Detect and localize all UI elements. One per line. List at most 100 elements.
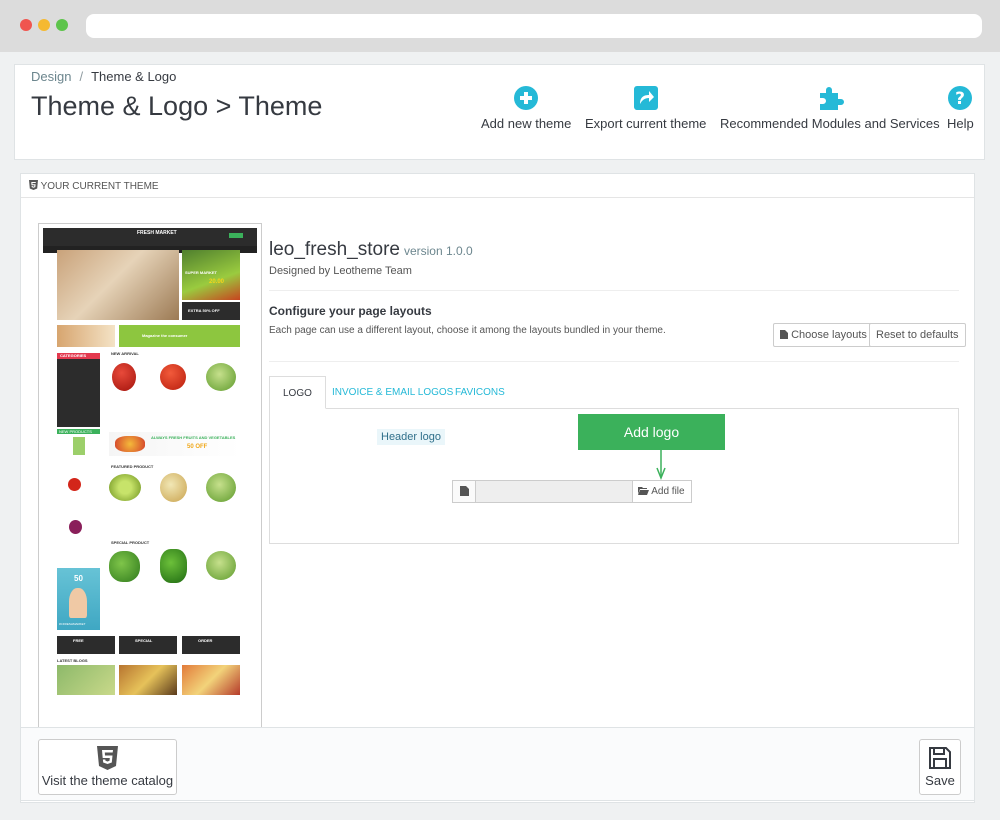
preview-categories-label: CATEGORIES — [60, 353, 87, 358]
panel-heading: YOUR CURRENT THEME — [21, 174, 974, 198]
layouts-title: Configure your page layouts — [269, 304, 432, 318]
file-name-input[interactable] — [476, 481, 632, 502]
html5-icon — [29, 180, 38, 190]
save-label: Save — [925, 773, 955, 788]
preview-blog-image-2 — [119, 665, 177, 695]
save-button[interactable]: Save — [919, 739, 961, 795]
file-icon — [780, 330, 788, 339]
help-icon: ? — [948, 86, 973, 110]
breadcrumb-current: Theme & Logo — [91, 69, 177, 84]
preview-blog-image-1 — [57, 665, 115, 695]
preview-logo: FRESH MARKET — [137, 230, 177, 236]
preview-supermarket-banner — [182, 250, 240, 300]
save-icon — [929, 747, 951, 769]
help-label: Help — [947, 116, 974, 131]
visit-theme-catalog-button[interactable]: Visit the theme catalog — [38, 739, 177, 795]
theme-author: Designed by Leotheme Team — [269, 265, 412, 277]
header-logo-label: Header logo — [377, 429, 445, 445]
add-new-theme-button[interactable]: Add new theme — [481, 85, 571, 131]
logo-file-upload: Add file — [452, 480, 692, 503]
address-bar[interactable] — [86, 14, 982, 38]
panel-footer: Visit the theme catalog Save — [20, 727, 975, 801]
preview-new-arrival-label: NEW ARRIVAL — [111, 351, 139, 356]
logo-tabs: LOGO INVOICE & EMAIL LOGOS FAVICONS — [269, 376, 959, 409]
preview-product-apple — [112, 363, 136, 391]
preview-order-label: ORDER — [198, 638, 213, 643]
breadcrumb: Design / Theme & Logo — [31, 69, 176, 84]
preview-cart — [229, 233, 243, 238]
folder-open-icon — [638, 487, 649, 495]
preview-free-label: FREE — [73, 638, 84, 643]
html5-icon — [97, 746, 118, 770]
preview-supermarket-price: 20.00 — [209, 279, 225, 285]
visit-theme-catalog-label: Visit the theme catalog — [41, 773, 174, 788]
preview-small-tomato — [68, 478, 81, 491]
preview-product-cabbage-3 — [206, 551, 236, 580]
add-file-label: Add file — [651, 486, 685, 497]
reset-defaults-label: Reset to defaults — [876, 329, 959, 341]
share-icon — [633, 86, 658, 110]
theme-name-text: leo_fresh_store — [269, 239, 400, 260]
breadcrumb-parent[interactable]: Design — [31, 69, 71, 84]
add-file-button[interactable]: Add file — [632, 481, 692, 502]
preview-product-kiwi — [109, 474, 141, 501]
preview-small-onion — [69, 520, 82, 534]
tab-favicons[interactable]: FAVICONS — [442, 376, 518, 409]
preview-product-tomato — [160, 364, 186, 390]
divider — [269, 290, 959, 291]
choose-layouts-label: Choose layouts — [791, 329, 867, 341]
preview-magazine-text: Magazine the consumer — [142, 333, 188, 338]
page-header: Design / Theme & Logo Theme & Logo > Theme… — [14, 64, 985, 160]
preview-featured-label: FEATURED PRODUCT — [111, 464, 154, 469]
preview-special-label: SPECIAL PRODUCT — [111, 540, 150, 545]
preview-promo-person — [69, 588, 87, 618]
tab-logo[interactable]: LOGO — [269, 376, 326, 409]
preview-fresh-off: 50 OFF — [187, 444, 208, 450]
theme-name: leo_fresh_store version 1.0.0 — [269, 239, 473, 261]
plus-circle-icon — [514, 86, 539, 110]
preview-latest-blogs-label: LATEST BLOGS — [57, 658, 88, 663]
recommended-modules-button[interactable]: Recommended Modules and Services — [720, 85, 940, 131]
preview-fresh-text: ALWAYS FRESH FRUITS AND VEGETABLES — [151, 435, 236, 440]
preview-promo-off: 50 — [74, 574, 83, 583]
logo-tab-content: Header logo Add logo Add file — [269, 408, 959, 544]
export-theme-button[interactable]: Export current theme — [585, 85, 706, 131]
close-window-icon[interactable] — [20, 19, 32, 31]
minimize-window-icon[interactable] — [38, 19, 50, 31]
maximize-window-icon[interactable] — [56, 19, 68, 31]
current-theme-panel: YOUR CURRENT THEME FRESH MARKET SUPER MA… — [20, 173, 975, 803]
preview-product-broccoli — [109, 551, 140, 582]
add-new-theme-label: Add new theme — [481, 116, 572, 131]
preview-magazine-image — [57, 325, 115, 347]
preview-offer-text: EXTRA 50% OFF — [188, 308, 220, 313]
theme-preview-thumbnail[interactable]: FRESH MARKET SUPER MARKET 20.00 EXTRA 50… — [38, 223, 262, 733]
add-logo-callout: Add logo — [578, 414, 725, 450]
divider — [269, 361, 959, 362]
preview-product-pepper — [160, 549, 187, 583]
recommended-modules-label: Recommended Modules and Services — [720, 116, 940, 131]
breadcrumb-separator: / — [79, 69, 84, 84]
reset-defaults-button[interactable]: Reset to defaults — [869, 323, 966, 347]
help-button[interactable]: ? Help — [947, 85, 974, 131]
preview-product-pear — [160, 473, 187, 502]
preview-promo-tag: #CFRESHMARKET — [59, 622, 86, 626]
panel-heading-label: YOUR CURRENT THEME — [40, 181, 159, 192]
preview-hero-banner — [57, 250, 179, 320]
preview-free-box — [57, 636, 115, 654]
preview-blog-image-3 — [182, 665, 240, 695]
layouts-description: Each page can use a different layout, ch… — [269, 325, 666, 336]
choose-layouts-button[interactable]: Choose layouts — [773, 323, 874, 347]
preview-product-cabbage — [206, 363, 236, 391]
preview-new-products-label: NEW PRODUCTS — [59, 429, 92, 434]
file-icon — [453, 481, 476, 502]
preview-supermarket-text: SUPER MARKET — [185, 270, 218, 275]
svg-text:?: ? — [955, 89, 965, 109]
preview-special-box-label: SPECIAL — [135, 638, 153, 643]
theme-version: version 1.0.0 — [403, 244, 473, 258]
puzzle-icon — [819, 87, 844, 110]
page-title: Theme & Logo > Theme — [31, 91, 323, 121]
browser-titlebar — [0, 0, 1000, 52]
preview-fruit-pile — [115, 436, 145, 452]
preview-categories-list — [57, 359, 100, 427]
arrow-down-icon — [656, 450, 666, 480]
